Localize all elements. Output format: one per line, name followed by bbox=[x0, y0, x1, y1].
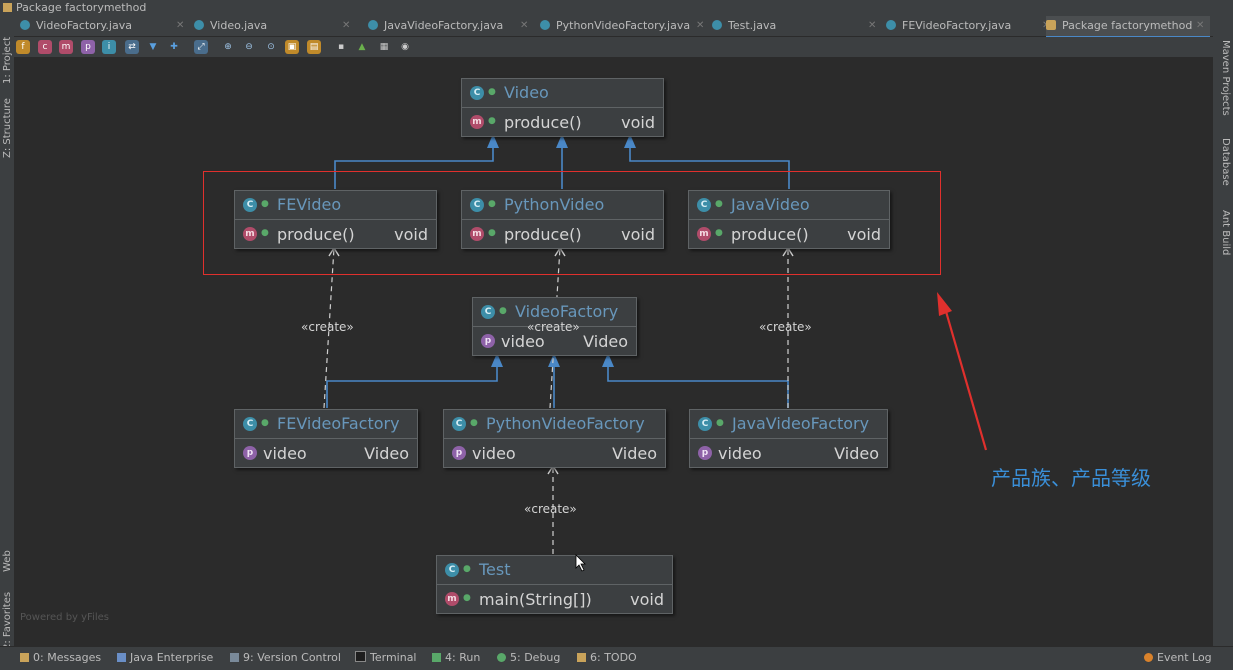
public-icon: ● bbox=[261, 199, 269, 209]
public-icon: ● bbox=[715, 199, 723, 209]
public-icon: ● bbox=[463, 593, 471, 603]
class-name: VideoFactory bbox=[515, 302, 619, 321]
public-icon: ● bbox=[261, 418, 269, 428]
terminal-tool-button[interactable]: Terminal bbox=[355, 651, 417, 664]
property-icon: p bbox=[243, 446, 257, 460]
return-type: void bbox=[621, 113, 655, 132]
return-type: void bbox=[847, 225, 881, 244]
method-name: produce() bbox=[277, 225, 355, 244]
public-icon: ● bbox=[488, 116, 496, 126]
property-type: Video bbox=[612, 444, 657, 463]
debug-tool-button[interactable]: 5: Debug bbox=[497, 651, 560, 664]
public-icon: ● bbox=[716, 418, 724, 428]
annotation-text: 产品族、产品等级 bbox=[991, 466, 1151, 490]
public-icon: ● bbox=[488, 228, 496, 238]
java-enterprise-label: Java Enterprise bbox=[130, 651, 214, 664]
public-icon: ● bbox=[488, 87, 496, 97]
public-icon: ● bbox=[463, 564, 471, 574]
property-name: video bbox=[472, 444, 516, 463]
todo-icon bbox=[577, 653, 586, 662]
class-icon: C bbox=[470, 86, 484, 100]
public-icon: ● bbox=[261, 228, 269, 238]
class-name: Test bbox=[479, 560, 511, 579]
create-label: «create» bbox=[759, 320, 812, 334]
class-node-javavideofactory[interactable]: C ● JavaVideoFactory p video Video bbox=[689, 409, 888, 468]
class-name: PythonVideoFactory bbox=[486, 414, 645, 433]
method-name: produce() bbox=[504, 225, 582, 244]
abstract-class-icon: C bbox=[481, 305, 495, 319]
debug-label: 5: Debug bbox=[510, 651, 561, 664]
property-icon: p bbox=[452, 446, 466, 460]
runnable-class-icon: C bbox=[445, 563, 459, 577]
return-type: void bbox=[394, 225, 428, 244]
powered-by-label: Powered by yFiles bbox=[20, 612, 109, 623]
class-name: PythonVideo bbox=[504, 195, 605, 214]
class-node-test[interactable]: C ● Test m ● main(String[]) void bbox=[436, 555, 673, 614]
messages-tool-button[interactable]: 0: Messages bbox=[20, 651, 101, 664]
public-icon: ● bbox=[488, 199, 496, 209]
annotation-arrow bbox=[937, 292, 988, 451]
class-name: FEVideo bbox=[277, 195, 342, 214]
class-icon: C bbox=[243, 417, 257, 431]
class-node-pythonvideofactory[interactable]: C ● PythonVideoFactory p video Video bbox=[443, 409, 666, 468]
event-log-icon bbox=[1144, 653, 1153, 662]
messages-label: 0: Messages bbox=[33, 651, 102, 664]
public-icon: ● bbox=[499, 306, 507, 316]
class-node-video[interactable]: C ● Video m ● produce() void bbox=[461, 78, 664, 137]
method-name: produce() bbox=[731, 225, 809, 244]
class-icon: C bbox=[243, 198, 257, 212]
version-control-tool-button[interactable]: 9: Version Control bbox=[230, 651, 341, 664]
property-type: Video bbox=[834, 444, 879, 463]
class-name: Video bbox=[504, 83, 549, 102]
debug-icon bbox=[497, 653, 506, 662]
method-name: main(String[]) bbox=[479, 590, 592, 609]
property-name: video bbox=[501, 332, 545, 351]
method-icon: m bbox=[445, 592, 459, 606]
method-icon: m bbox=[243, 227, 257, 241]
version-control-icon bbox=[230, 653, 239, 662]
return-type: void bbox=[621, 225, 655, 244]
create-label: «create» bbox=[527, 320, 580, 334]
property-name: video bbox=[263, 444, 307, 463]
create-label: «create» bbox=[301, 320, 354, 334]
messages-icon bbox=[20, 653, 29, 662]
todo-label: 6: TODO bbox=[590, 651, 637, 664]
method-icon: m bbox=[470, 115, 484, 129]
class-node-javavideo[interactable]: C ● JavaVideo m ● produce() void bbox=[688, 190, 890, 249]
create-label: «create» bbox=[524, 502, 577, 516]
terminal-label: Terminal bbox=[370, 651, 417, 664]
class-icon: C bbox=[697, 198, 711, 212]
terminal-icon bbox=[355, 651, 366, 662]
class-name: JavaVideo bbox=[731, 195, 810, 214]
event-log-tool-button[interactable]: Event Log bbox=[1144, 651, 1212, 664]
method-name: produce() bbox=[504, 113, 582, 132]
public-icon: ● bbox=[470, 418, 478, 428]
event-log-label: Event Log bbox=[1157, 651, 1212, 664]
class-icon: C bbox=[698, 417, 712, 431]
property-type: Video bbox=[364, 444, 409, 463]
return-type: void bbox=[630, 590, 664, 609]
run-icon bbox=[432, 653, 441, 662]
class-name: JavaVideoFactory bbox=[732, 414, 870, 433]
class-node-fevideofactory[interactable]: C ● FEVideoFactory p video Video bbox=[234, 409, 418, 468]
todo-tool-button[interactable]: 6: TODO bbox=[577, 651, 637, 664]
property-type: Video bbox=[583, 332, 628, 351]
public-icon: ● bbox=[715, 228, 723, 238]
method-icon: m bbox=[470, 227, 484, 241]
java-enterprise-tool-button[interactable]: Java Enterprise bbox=[117, 651, 213, 664]
class-node-pythonvideo[interactable]: C ● PythonVideo m ● produce() void bbox=[461, 190, 664, 249]
class-name: FEVideoFactory bbox=[277, 414, 400, 433]
run-tool-button[interactable]: 4: Run bbox=[432, 651, 480, 664]
class-node-fevideo[interactable]: C ● FEVideo m ● produce() void bbox=[234, 190, 437, 249]
method-icon: m bbox=[697, 227, 711, 241]
property-icon: p bbox=[481, 334, 495, 348]
run-label: 4: Run bbox=[445, 651, 481, 664]
property-name: video bbox=[718, 444, 762, 463]
version-control-label: 9: Version Control bbox=[243, 651, 341, 664]
java-enterprise-icon bbox=[117, 653, 126, 662]
class-icon: C bbox=[470, 198, 484, 212]
bottom-tool-bar: 0: Messages Java Enterprise 9: Version C… bbox=[0, 646, 1233, 670]
class-icon: C bbox=[452, 417, 466, 431]
property-icon: p bbox=[698, 446, 712, 460]
